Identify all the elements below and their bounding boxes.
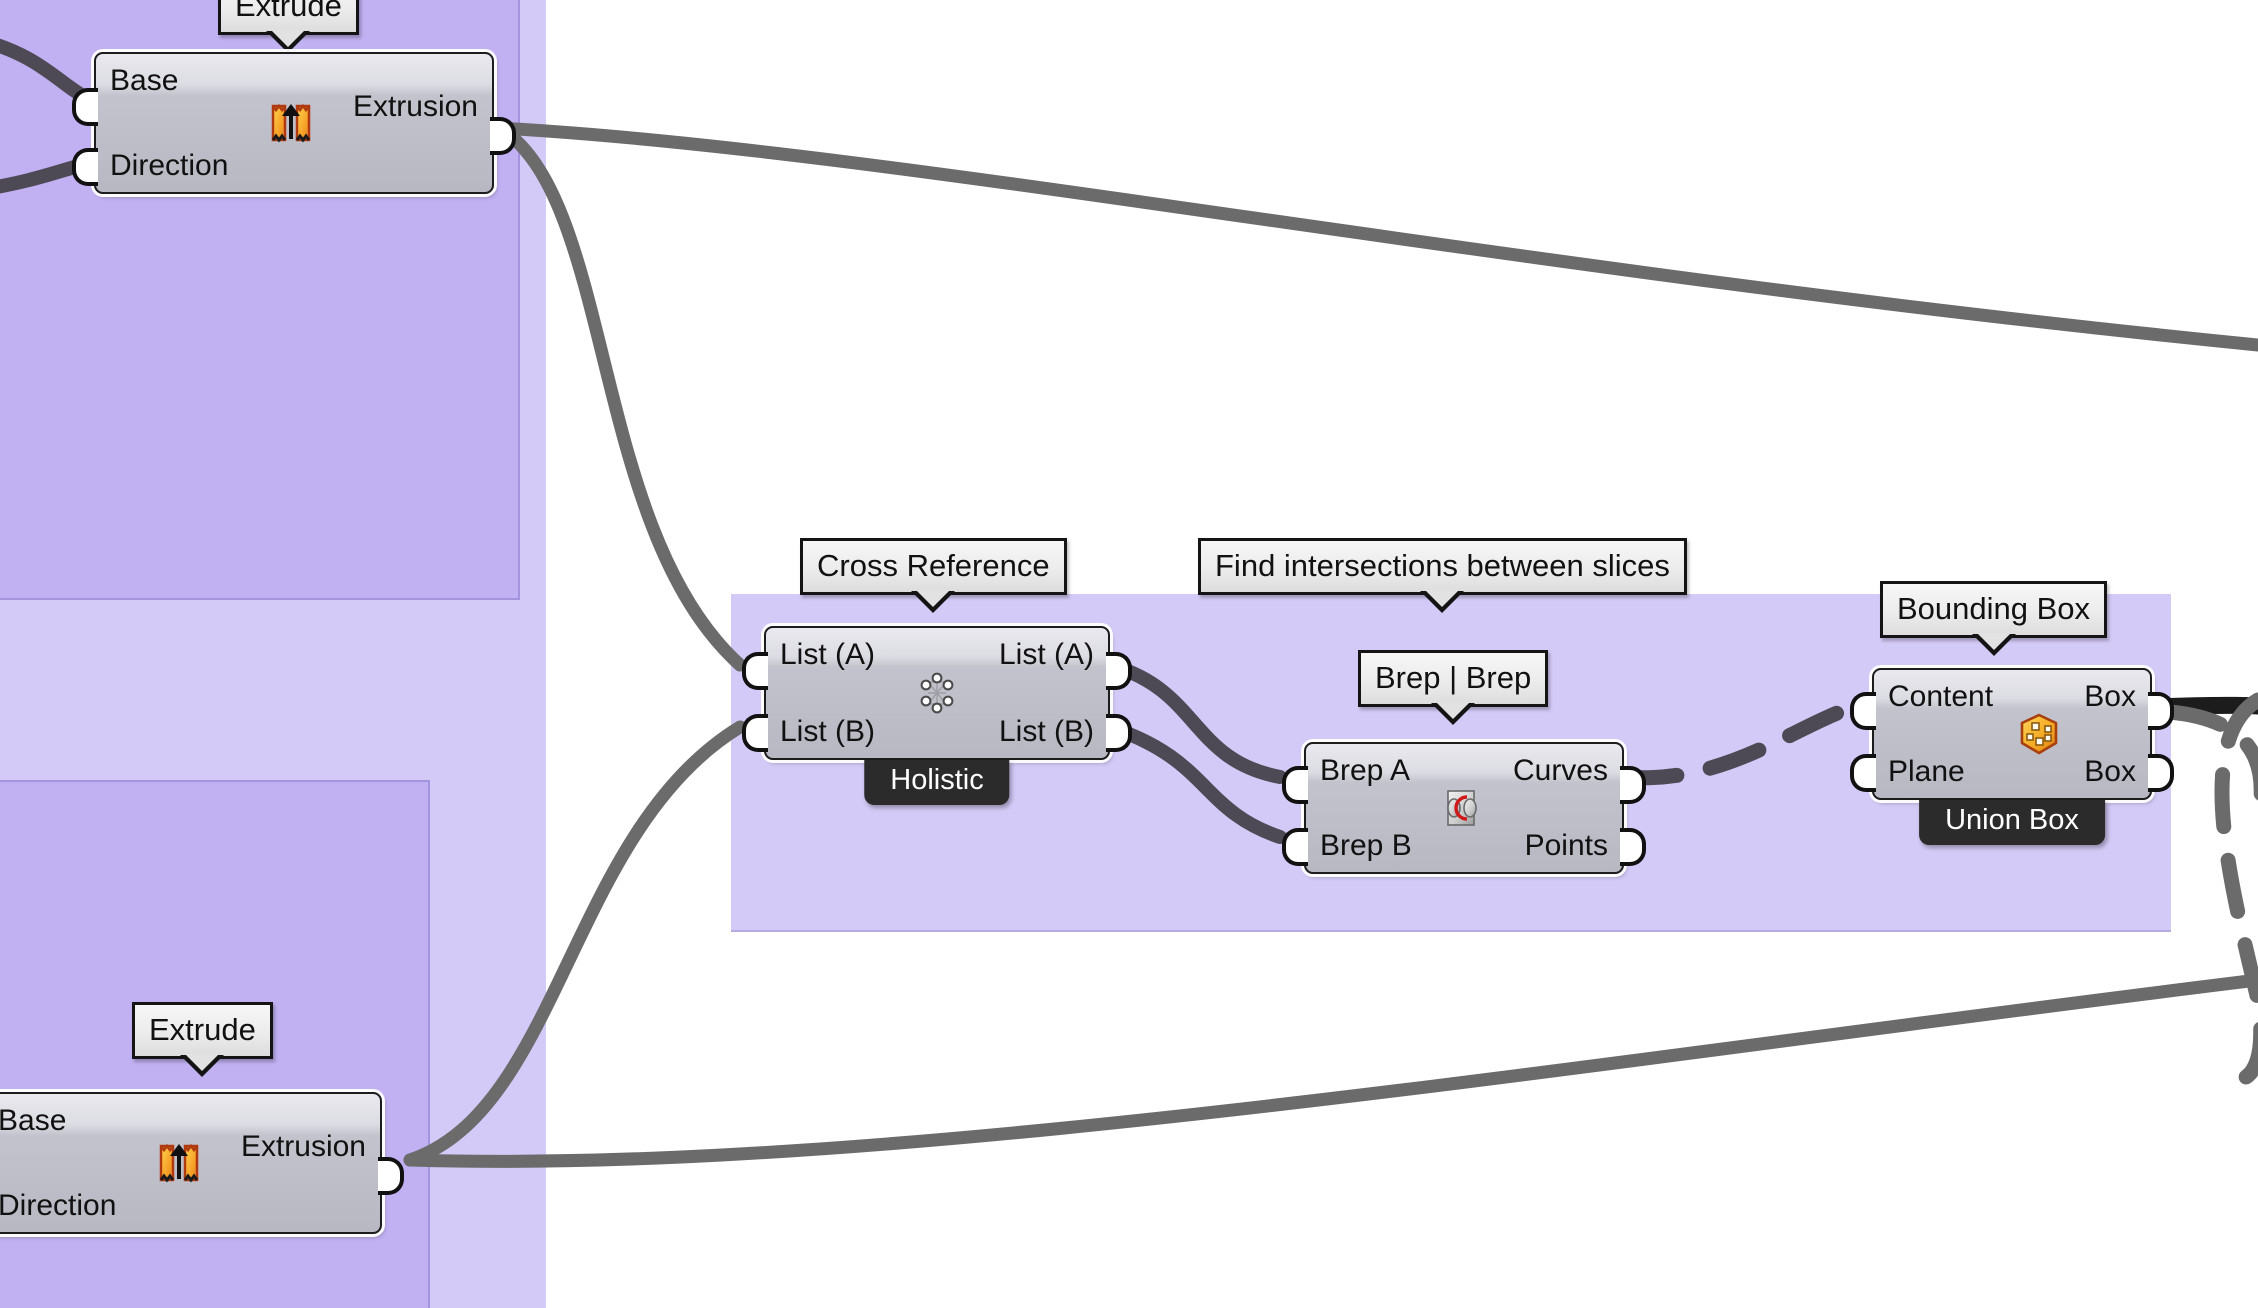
node-extrude-top[interactable]: Base Direction Extrusion <box>72 52 516 194</box>
port-in-list-b[interactable] <box>742 714 768 752</box>
cross-reference-icon <box>911 667 963 719</box>
port-in-brep-b[interactable] <box>1282 828 1308 866</box>
callout-find-intersections[interactable]: Find intersections between slices <box>1198 538 1687 595</box>
node-cross-reference[interactable]: List (A) List (B) List (A) List (B) Holi… <box>742 626 1132 805</box>
port-label-brep-a: Brep A <box>1320 754 1411 787</box>
port-label-base: Base <box>110 64 179 97</box>
node-extrude-bottom-outputs: Extrusion <box>241 1094 366 1232</box>
callout-brep-brep-text: Brep | Brep <box>1375 660 1532 695</box>
port-out-curves[interactable] <box>1620 766 1646 804</box>
node-brep-brep[interactable]: Brep A Brep B Curves Points <box>1282 742 1646 874</box>
callout-cross-reference[interactable]: Cross Reference <box>800 538 1067 595</box>
grasshopper-canvas[interactable]: Extrude Extrude Cross Reference Find int… <box>0 0 2258 1308</box>
port-label-box-2: Box <box>2084 754 2136 788</box>
node-cross-reference-outputs: List (A) List (B) <box>999 628 1094 758</box>
node-brep-brep-inputs: Brep A Brep B <box>1320 744 1412 872</box>
callout-bounding-box-text: Bounding Box <box>1897 591 2091 626</box>
node-extrude-bottom-inputs: Base Direction <box>0 1094 116 1232</box>
port-in-list-a[interactable] <box>742 652 768 690</box>
node-union-box-nickname[interactable]: Union Box <box>1919 800 2105 845</box>
port-label-direction: Direction <box>110 148 229 182</box>
callout-bounding-box[interactable]: Bounding Box <box>1880 581 2108 638</box>
wire-extrusion-bottom-to-right <box>403 973 2258 1168</box>
port-label-direction: Direction <box>0 1188 117 1222</box>
port-label-content: Content <box>1888 680 1994 713</box>
node-union-box-outputs: Box Box <box>2084 670 2136 798</box>
callout-extrude-top[interactable]: Extrude <box>218 0 359 35</box>
port-label-list-a-out: List (A) <box>998 638 1094 671</box>
port-out-extrusion-extrude-bottom[interactable] <box>378 1157 404 1195</box>
wire-dashed-right-loop <box>2207 692 2258 1089</box>
bounding-box-icon <box>2013 708 2065 760</box>
callout-extrude-top-text: Extrude <box>235 0 342 23</box>
callout-find-intersections-text: Find intersections between slices <box>1215 548 1670 583</box>
port-label-points: Points <box>1524 828 1608 862</box>
port-out-list-a[interactable] <box>1106 652 1132 690</box>
callout-brep-brep[interactable]: Brep | Brep <box>1358 650 1549 707</box>
port-out-extrusion-extrude-top[interactable] <box>490 117 516 155</box>
node-union-box[interactable]: Content Plane Box Box Union Box <box>1850 668 2174 845</box>
port-out-box-2[interactable] <box>2148 754 2174 792</box>
extrude-icon <box>265 97 317 149</box>
callout-extrude-bottom[interactable]: Extrude <box>132 1002 273 1059</box>
port-label-list-b-in: List (B) <box>780 714 876 748</box>
wire-unionbox-out-dashed-2 <box>2162 704 2258 828</box>
node-extrude-top-outputs: Extrusion <box>353 54 478 192</box>
port-label-extrusion: Extrusion <box>240 1130 366 1163</box>
port-label-list-b-out: List (B) <box>998 714 1094 748</box>
callout-cross-reference-text: Cross Reference <box>817 548 1050 583</box>
callout-extrude-bottom-text: Extrude <box>149 1012 256 1047</box>
port-in-direction-extrude-top[interactable] <box>72 148 98 186</box>
node-brep-brep-outputs: Curves Points <box>1513 744 1608 872</box>
port-label-brep-b: Brep B <box>1320 828 1412 862</box>
port-label-base: Base <box>0 1104 67 1137</box>
wire-extrusion-top-to-right <box>493 121 2258 352</box>
port-out-box-1[interactable] <box>2148 692 2174 730</box>
port-label-curves: Curves <box>1512 754 1608 787</box>
node-union-box-inputs: Content Plane <box>1888 670 1993 798</box>
port-label-extrusion: Extrusion <box>352 90 478 123</box>
brep-intersection-icon <box>1436 782 1488 834</box>
port-label-box-1: Box <box>2084 680 2136 713</box>
node-cross-reference-inputs: List (A) List (B) <box>780 628 875 758</box>
node-extrude-bottom[interactable]: Base Direction Extrusion <box>0 1092 404 1234</box>
node-cross-reference-nickname[interactable]: Holistic <box>864 760 1010 805</box>
extrude-icon <box>153 1137 205 1189</box>
port-in-base-extrude-top[interactable] <box>72 88 98 126</box>
port-out-list-b[interactable] <box>1106 714 1132 752</box>
port-label-list-a-in: List (A) <box>780 638 876 671</box>
port-in-content[interactable] <box>1850 692 1876 730</box>
port-out-points[interactable] <box>1620 828 1646 866</box>
port-in-plane[interactable] <box>1850 754 1876 792</box>
port-in-brep-a[interactable] <box>1282 766 1308 804</box>
port-label-plane: Plane <box>1888 754 1965 788</box>
node-extrude-top-inputs: Base Direction <box>110 54 228 192</box>
